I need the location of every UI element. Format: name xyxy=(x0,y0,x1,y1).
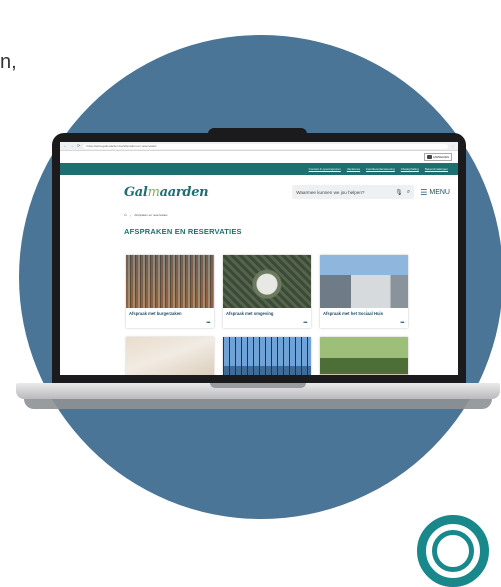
back-icon[interactable]: ← xyxy=(63,142,67,150)
laptop-base-lip xyxy=(210,383,306,388)
address-bar[interactable]: https://www.galmaarden.be/afspraken-en-r… xyxy=(83,143,448,149)
decorative-ring-inner xyxy=(432,530,474,572)
utility-bar: AANMELDEN xyxy=(60,151,458,163)
more-icon[interactable]: ••• xyxy=(400,320,404,326)
browser-menu-icon[interactable]: ⋮ xyxy=(451,144,455,149)
hamburger-icon: ☰ xyxy=(420,187,428,197)
galmaarden-logo[interactable]: Galmaarden xyxy=(124,184,209,200)
top-nav: Contact & openingsuren Vacatures Familie… xyxy=(60,163,458,175)
breadcrumb: ⌂ › Afspraken en reservaties xyxy=(60,211,458,219)
logo-text-1: Gal xyxy=(124,184,148,200)
browser-toolbar: ← → ⟳ https://www.galmaarden.be/afsprake… xyxy=(60,142,458,151)
forward-icon[interactable]: → xyxy=(70,142,74,150)
card-sociaal-huis[interactable]: Afspraak met het Sociaal Huis ••• xyxy=(320,255,408,328)
login-button[interactable]: AANMELDEN xyxy=(423,153,452,161)
logo-text-3: aarden xyxy=(159,184,209,200)
nav-link-afval[interactable]: Afvalophaling xyxy=(401,167,419,171)
nav-link-vacatures[interactable]: Vacatures xyxy=(347,167,360,171)
card-title: Afspraak met het Sociaal Huis xyxy=(323,311,384,316)
reload-icon[interactable]: ⟳ xyxy=(77,142,80,150)
card-image xyxy=(223,255,311,308)
home-icon[interactable]: ⌂ xyxy=(124,212,127,218)
card-5[interactable] xyxy=(223,337,311,375)
card-image xyxy=(320,255,408,308)
login-label: AANMELDEN xyxy=(432,155,449,159)
microphone-icon[interactable]: 🎙︎ xyxy=(395,189,403,196)
search-icon[interactable]: ⌕ xyxy=(407,189,410,196)
laptop-base-shadow xyxy=(24,399,492,409)
laptop-screen: ← → ⟳ https://www.galmaarden.be/afsprake… xyxy=(60,142,458,375)
more-icon[interactable]: ••• xyxy=(303,320,307,326)
card-image xyxy=(126,255,214,308)
menu-button[interactable]: ☰ MENU xyxy=(420,188,450,197)
breadcrumb-separator: › xyxy=(130,212,132,218)
id-card-icon xyxy=(426,155,432,159)
card-4[interactable] xyxy=(126,337,214,375)
search-input[interactable]: Waarmee kunnen we jou helpen? 🎙︎ ⌕ xyxy=(292,185,415,199)
logo-text-2: m xyxy=(147,184,160,200)
card-grid: Afspraak met burgerzaken ••• Afspraak me… xyxy=(126,255,414,375)
card-image xyxy=(223,337,311,375)
more-icon[interactable]: ••• xyxy=(206,320,210,326)
page-title: AFSPRAKEN EN RESERVATIES xyxy=(124,227,242,236)
search-placeholder: Waarmee kunnen we jou helpen? xyxy=(296,189,365,195)
nav-link-familie[interactable]: Familieondersteuning xyxy=(366,167,395,171)
cropped-text: n, xyxy=(0,51,17,73)
card-image xyxy=(126,337,214,375)
nav-link-contact[interactable]: Contact & openingsuren xyxy=(309,167,341,171)
site-header: Galmaarden Waarmee kunnen we jou helpen?… xyxy=(60,179,458,205)
menu-label: MENU xyxy=(429,188,450,196)
card-omgeving[interactable]: Afspraak met omgeving ••• xyxy=(223,255,311,328)
card-6[interactable] xyxy=(320,337,408,375)
card-burgerzaken[interactable]: Afspraak met burgerzaken ••• xyxy=(126,255,214,328)
laptop-webcam-notch xyxy=(208,128,307,142)
breadcrumb-current: Afspraken en reservaties xyxy=(134,213,168,217)
card-title: Afspraak met omgeving xyxy=(226,311,274,316)
nav-link-bekendmakingen[interactable]: Bekendmakingen xyxy=(425,167,448,171)
card-title: Afspraak met burgerzaken xyxy=(129,311,182,316)
card-image xyxy=(320,337,408,375)
